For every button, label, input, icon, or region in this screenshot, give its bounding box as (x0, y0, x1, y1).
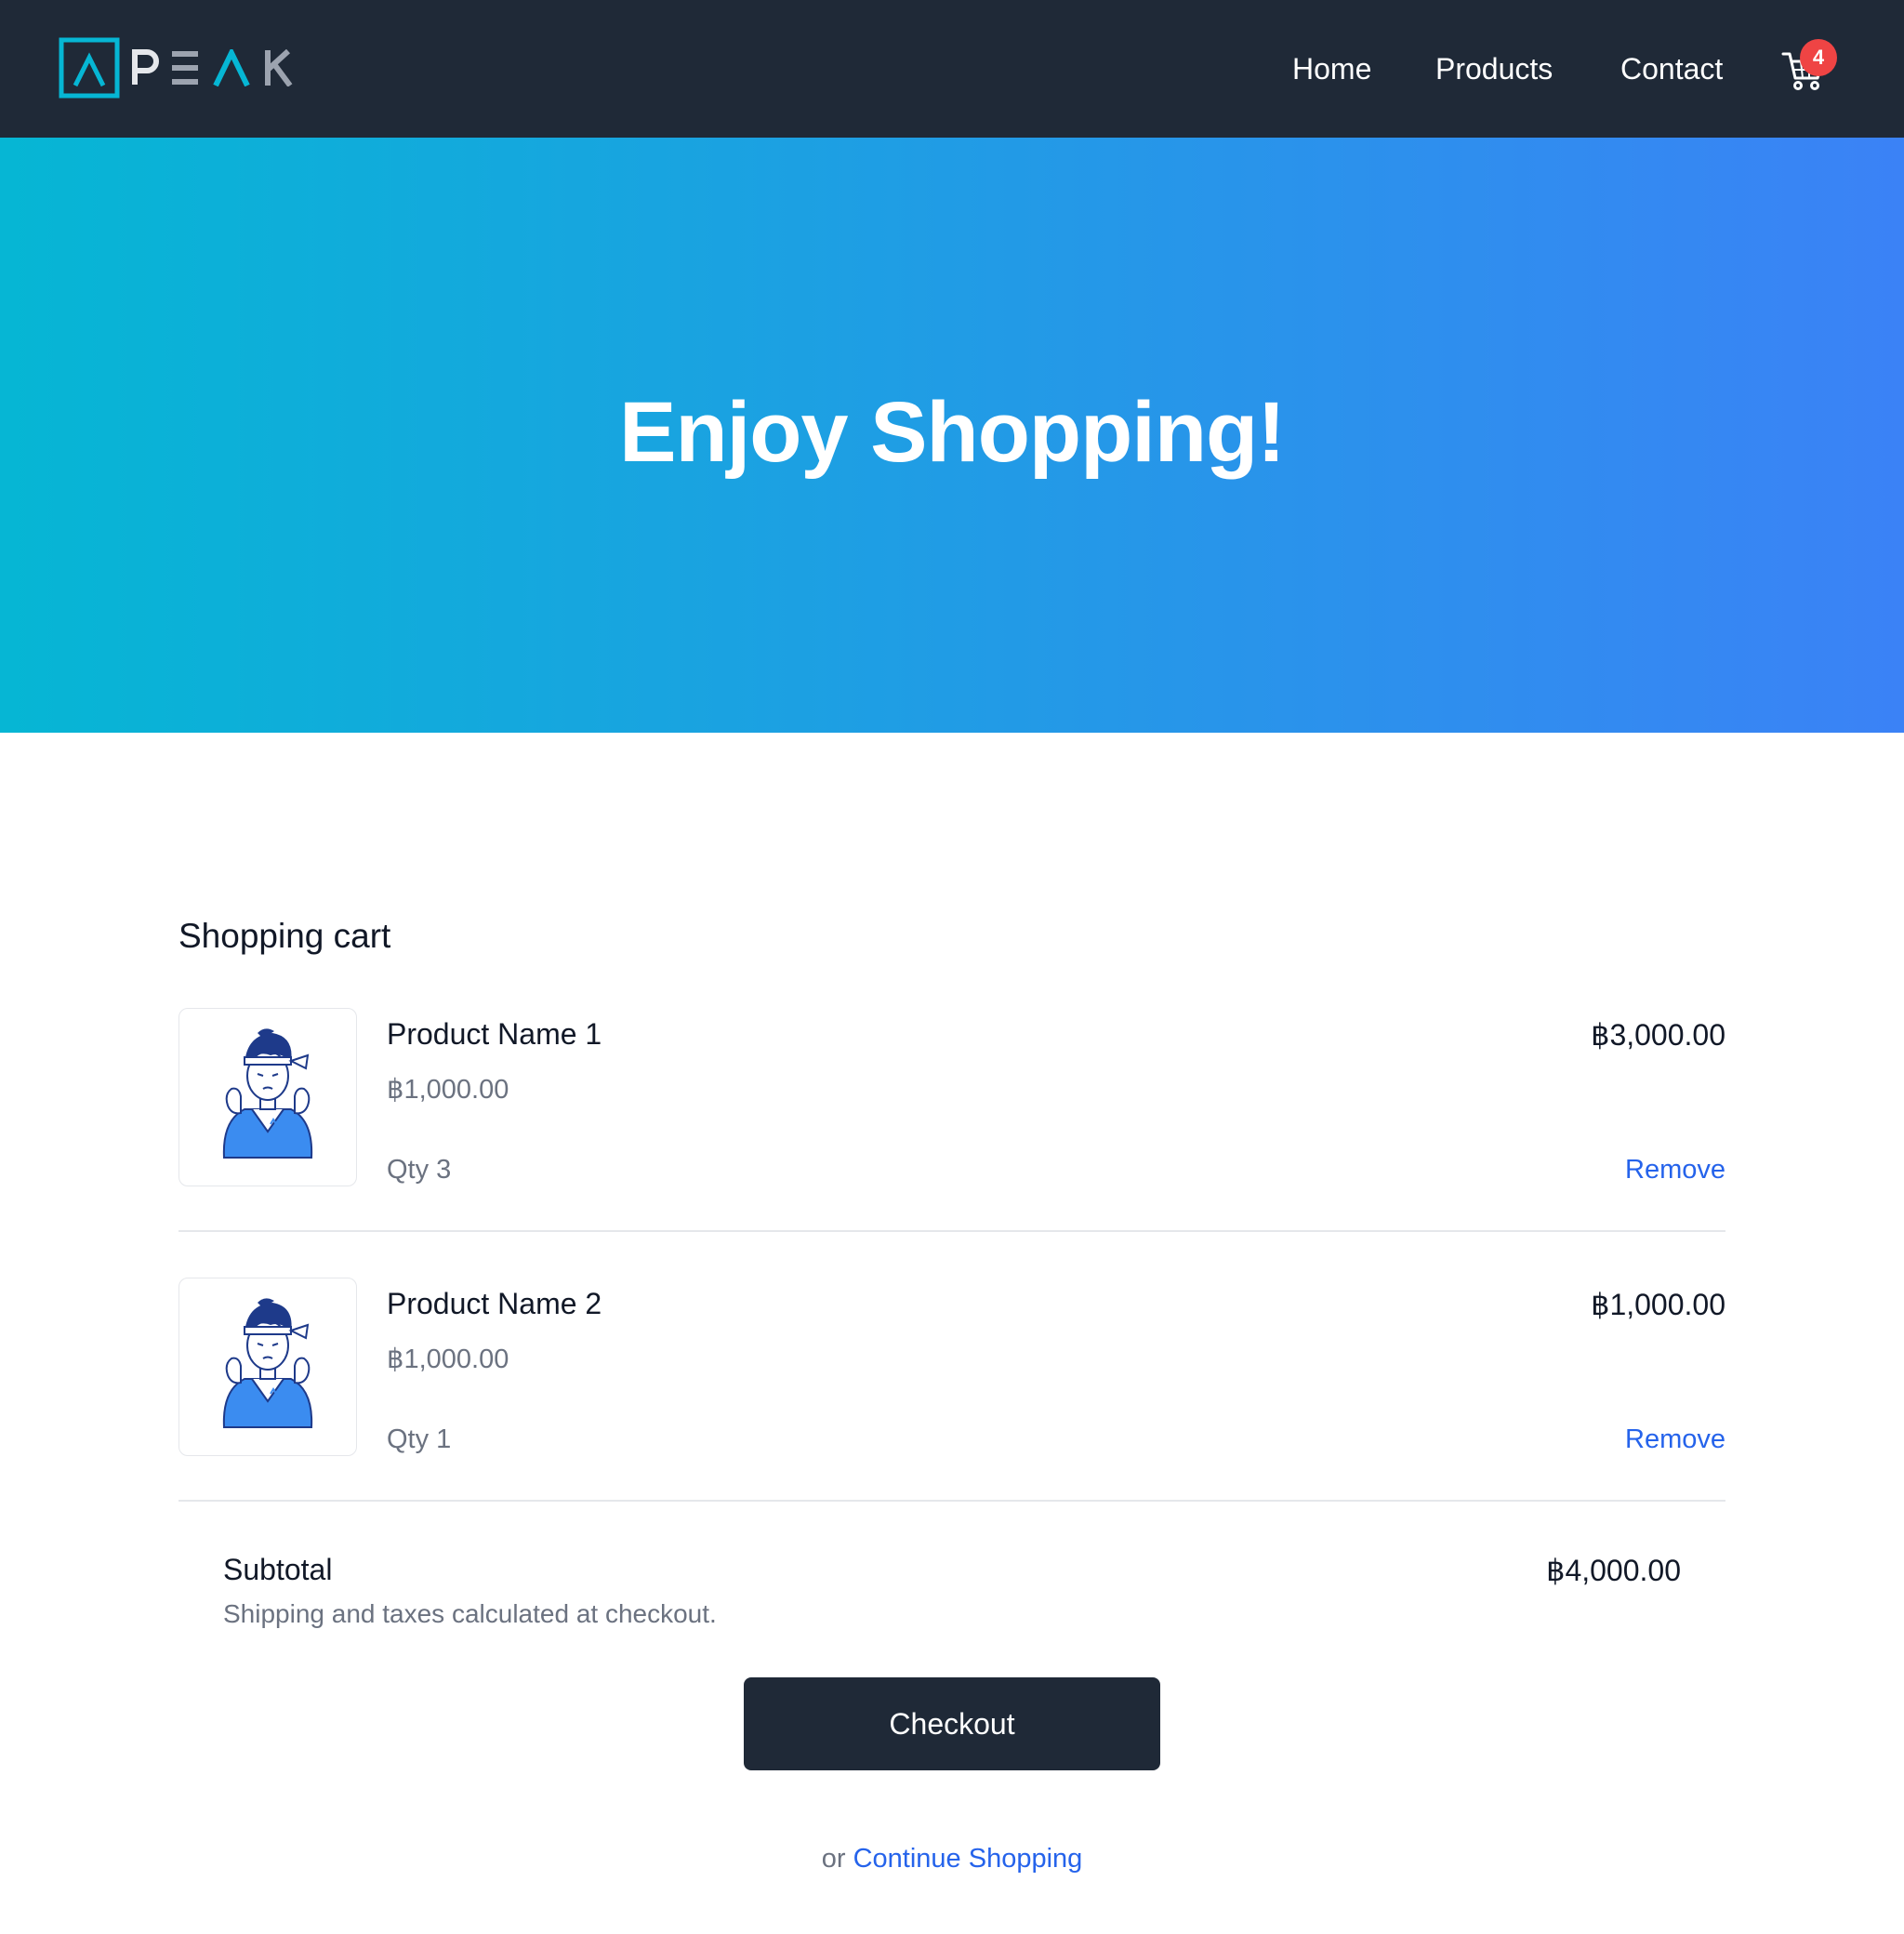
character-illustration-icon (222, 1298, 313, 1428)
continue-shopping-row: or Continue Shopping (0, 1844, 1904, 1874)
character-illustration-icon (222, 1028, 313, 1159)
shipping-note: Shipping and taxes calculated at checkou… (223, 1599, 717, 1628)
cart-count-badge: 4 (1800, 39, 1837, 76)
product-line-total: ฿1,000.00 (1591, 1288, 1726, 1321)
product-thumbnail[interactable] (178, 1008, 357, 1186)
checkout-button[interactable]: Checkout (744, 1677, 1160, 1770)
nav-links: Home Products Contact (0, 0, 1904, 138)
product-unit-price: ฿1,000.00 (387, 1345, 509, 1374)
product-thumbnail[interactable] (178, 1278, 357, 1456)
subtotal-label: Subtotal (223, 1553, 333, 1586)
cart-item: Product Name 1 ฿1,000.00 Qty 3 ฿3,000.00… (178, 1008, 1726, 1186)
cart-item: Product Name 2 ฿1,000.00 Qty 1 ฿1,000.00… (178, 1278, 1726, 1456)
subtotal-value: ฿4,000.00 (1546, 1554, 1681, 1587)
item-divider (178, 1500, 1726, 1502)
hero-banner: Enjoy Shopping! (0, 138, 1904, 733)
product-unit-price: ฿1,000.00 (387, 1075, 509, 1105)
item-divider (178, 1230, 1726, 1232)
nav-link-home[interactable]: Home (1292, 48, 1371, 89)
product-name: Product Name 2 (387, 1287, 602, 1320)
continue-shopping-link[interactable]: Continue Shopping (853, 1844, 1083, 1874)
nav-link-contact[interactable]: Contact (1620, 48, 1723, 89)
product-name: Product Name 1 (387, 1017, 602, 1051)
top-navbar: Home Products Contact 4 (0, 0, 1904, 138)
remove-item-button[interactable]: Remove (1625, 1155, 1726, 1186)
remove-item-button[interactable]: Remove (1625, 1424, 1726, 1455)
product-quantity: Qty 1 (387, 1424, 452, 1454)
hero-title: Enjoy Shopping! (619, 385, 1286, 480)
cart-title: Shopping cart (178, 917, 391, 955)
product-line-total: ฿3,000.00 (1591, 1018, 1726, 1052)
nav-link-products[interactable]: Products (1435, 48, 1553, 89)
product-quantity: Qty 3 (387, 1155, 452, 1185)
continue-prefix: or (821, 1844, 846, 1874)
